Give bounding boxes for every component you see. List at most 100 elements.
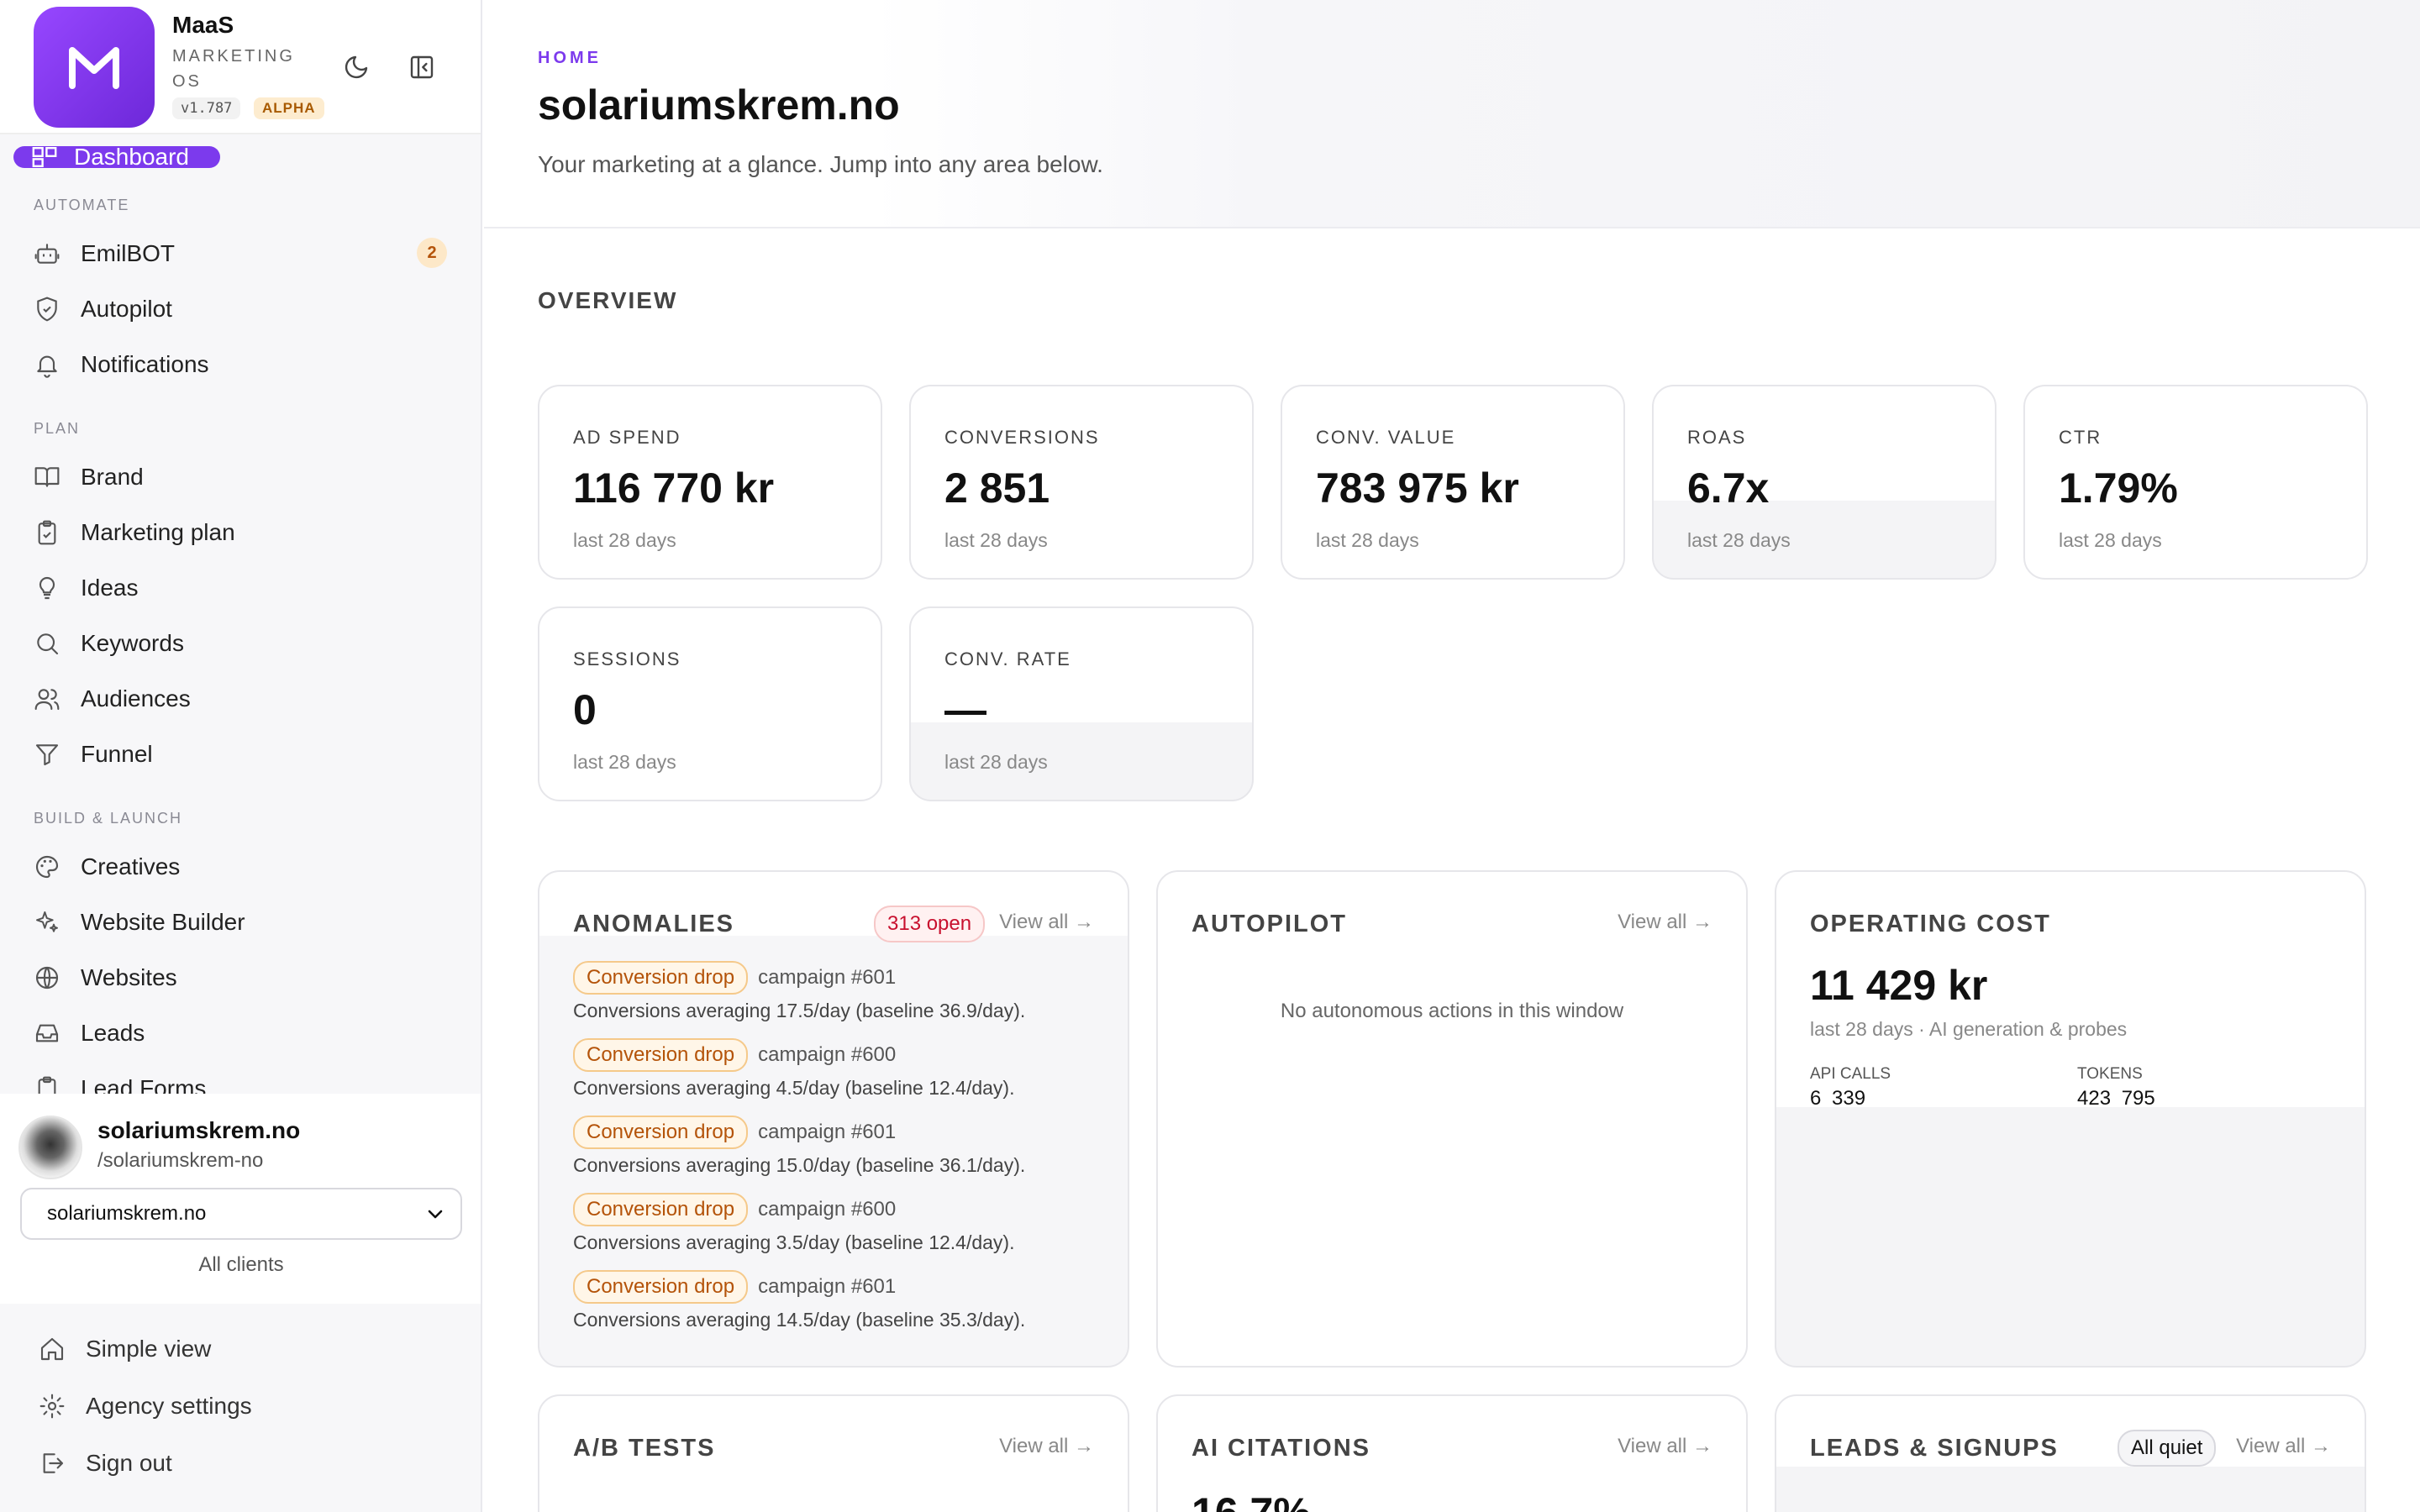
status-badge: All quiet <box>2118 1430 2217 1467</box>
theme-toggle-button[interactable] <box>339 50 373 84</box>
anomaly-tag: Conversion drop <box>573 1038 749 1072</box>
view-all-link[interactable]: View all → <box>1618 1435 1712 1458</box>
breadcrumb[interactable]: HOME <box>538 49 602 68</box>
sidebar-item-keywords[interactable]: Keywords <box>34 625 184 662</box>
anomaly-campaign: campaign #601 <box>758 966 897 989</box>
page-header: HOME solariumskrem.no Your marketing at … <box>484 0 2420 228</box>
kpi-label: ROAS <box>1687 427 1747 448</box>
citations-value: 16.7% <box>1192 1488 1311 1512</box>
home-icon <box>40 1337 64 1361</box>
sidebar-item-label: Creatives <box>81 853 181 879</box>
client-avatar <box>18 1116 82 1179</box>
anomaly-tag: Conversion drop <box>573 1270 749 1304</box>
app-logo[interactable] <box>34 7 155 128</box>
cost-subtitle: last 28 days · AI generation & probes <box>1810 1018 2128 1040</box>
kpi-period: last 28 days <box>1316 529 1419 551</box>
anomaly-item[interactable]: Conversion drop campaign #600 Conversions… <box>573 1193 1111 1254</box>
anomaly-item[interactable]: Conversion drop campaign #601 Conversions… <box>573 1116 1111 1177</box>
sidebar-item-emilbot[interactable]: EmilBOT <box>34 235 175 272</box>
sidebar-item-label: Audiences <box>81 685 191 711</box>
sidebar-item-brand[interactable]: Brand <box>34 459 144 496</box>
all-clients-link[interactable]: All clients <box>0 1253 481 1277</box>
users-icon <box>34 689 60 711</box>
kpi-value: 0 <box>573 686 597 733</box>
kpi-card-ad-spend[interactable]: AD SPEND 116 770 kr last 28 days <box>538 385 882 580</box>
view-all-link[interactable]: View all → <box>1618 911 1712 934</box>
anomaly-item[interactable]: Conversion drop campaign #601 Conversions… <box>573 1270 1111 1331</box>
kpi-period: last 28 days <box>1687 529 1791 551</box>
sidebar: MaaS MARKETING OS v1.787 ALPHA Dashboard… <box>0 0 482 1512</box>
sidebar-item-label: Websites <box>81 964 177 990</box>
shield-icon <box>37 297 57 322</box>
sidebar-item-leads[interactable]: Leads <box>34 1015 145 1052</box>
anomaly-tag: Conversion drop <box>573 1193 749 1226</box>
gear-icon <box>39 1394 65 1419</box>
section-plan: PLAN <box>34 420 81 437</box>
sidebar-item-website-builder[interactable]: Website Builder <box>34 904 245 941</box>
sidebar-item-audiences[interactable]: Audiences <box>34 680 191 717</box>
card-title: AUTOPILOT <box>1192 911 1348 937</box>
lightbulb-icon <box>39 576 55 600</box>
sidebar-collapse-icon <box>410 55 434 79</box>
kpi-card-ctr[interactable]: CTR 1.79% last 28 days <box>2023 385 2368 580</box>
alpha-badge: ALPHA <box>254 97 324 119</box>
sidebar-item-autopilot[interactable]: Autopilot <box>34 291 172 328</box>
collapse-sidebar-button[interactable] <box>405 50 439 84</box>
card-title: A/B TESTS <box>573 1435 716 1462</box>
app-name: MaaS <box>172 12 234 38</box>
view-all-link[interactable]: View all → <box>999 911 1094 934</box>
sidebar-item-funnel[interactable]: Funnel <box>34 736 153 773</box>
kpi-label: CTR <box>2059 427 2102 448</box>
sign-out-button[interactable]: Sign out <box>39 1445 172 1482</box>
api-calls-value: 6 339 <box>1810 1087 1866 1110</box>
anomaly-description: Conversions averaging 15.0/day (baseline… <box>573 1154 1026 1176</box>
view-all-link[interactable]: View all → <box>999 1435 1094 1458</box>
agency-settings-button[interactable]: Agency settings <box>39 1388 252 1425</box>
kpi-card-conversions[interactable]: CONVERSIONS 2 851 last 28 days <box>909 385 1254 580</box>
kpi-card-sessions[interactable]: SESSIONS 0 last 28 days <box>538 606 882 801</box>
kpi-card-conv-rate[interactable]: CONV. RATE — last 28 days <box>909 606 1254 801</box>
moon-icon <box>345 55 368 79</box>
kpi-card-conv-value[interactable]: CONV. VALUE 783 975 kr last 28 days <box>1281 385 1625 580</box>
globe-icon <box>35 966 59 990</box>
kpi-value: 6.7x <box>1687 465 1770 512</box>
empty-state-text: No autonomous actions in this window <box>1280 1000 1624 1022</box>
sidebar-item-label: Website Builder <box>81 909 245 935</box>
client-select[interactable]: solariumskrem.no <box>20 1188 462 1240</box>
kpi-card-roas[interactable]: ROAS 6.7x last 28 days <box>1652 385 1996 580</box>
kpi-period: last 28 days <box>573 529 676 551</box>
sidebar-item-dashboard[interactable]: Dashboard <box>13 144 220 170</box>
card-title: OPERATING COST <box>1810 911 2051 937</box>
sidebar-item-label: EmilBOT <box>81 240 175 266</box>
emilbot-count-badge: 2 <box>417 238 447 268</box>
sidebar-item-creatives[interactable]: Creatives <box>34 848 180 885</box>
client-slug: /solariumskrem-no <box>97 1149 264 1172</box>
operating-cost-card: OPERATING COST 11 429 kr last 28 days · … <box>1775 870 2366 1368</box>
anomaly-item[interactable]: Conversion drop campaign #601 Conversions… <box>573 961 1111 1022</box>
search-icon <box>37 633 59 655</box>
sidebar-item-notifications[interactable]: Notifications <box>34 346 209 383</box>
dashboard-icon <box>32 147 57 167</box>
version-badge: v1.787 <box>172 97 241 119</box>
anomaly-item[interactable]: Conversion drop campaign #600 Conversions… <box>573 1038 1111 1100</box>
kpi-period: last 28 days <box>944 529 1048 551</box>
app-subtitle: MARKETING OS <box>172 47 295 91</box>
sidebar-item-marketing-plan[interactable]: Marketing plan <box>34 514 235 551</box>
sparkles-icon <box>36 911 58 932</box>
funnel-icon <box>35 744 59 766</box>
sidebar-item-ideas[interactable]: Ideas <box>34 570 139 606</box>
sidebar-item-label: Notifications <box>81 351 209 377</box>
book-icon <box>34 467 60 487</box>
simple-view-button[interactable]: Simple view <box>39 1331 211 1368</box>
view-all-link[interactable]: View all → <box>2236 1435 2331 1458</box>
overview-heading: OVERVIEW <box>538 287 678 313</box>
kpi-value: 116 770 kr <box>573 465 775 512</box>
leads-signups-card: LEADS & SIGNUPS All quiet View all → <box>1775 1394 2366 1512</box>
section-build-launch: BUILD & LAUNCH <box>34 810 183 827</box>
sidebar-item-label: Brand <box>81 464 144 490</box>
ab-tests-card: A/B TESTS View all → <box>538 1394 1129 1512</box>
client-select-value: solariumskrem.no <box>47 1202 207 1225</box>
sidebar-item-label: Autopilot <box>81 296 172 322</box>
sidebar-item-websites[interactable]: Websites <box>34 959 177 996</box>
page-subtitle: Your marketing at a glance. Jump into an… <box>538 151 1103 177</box>
